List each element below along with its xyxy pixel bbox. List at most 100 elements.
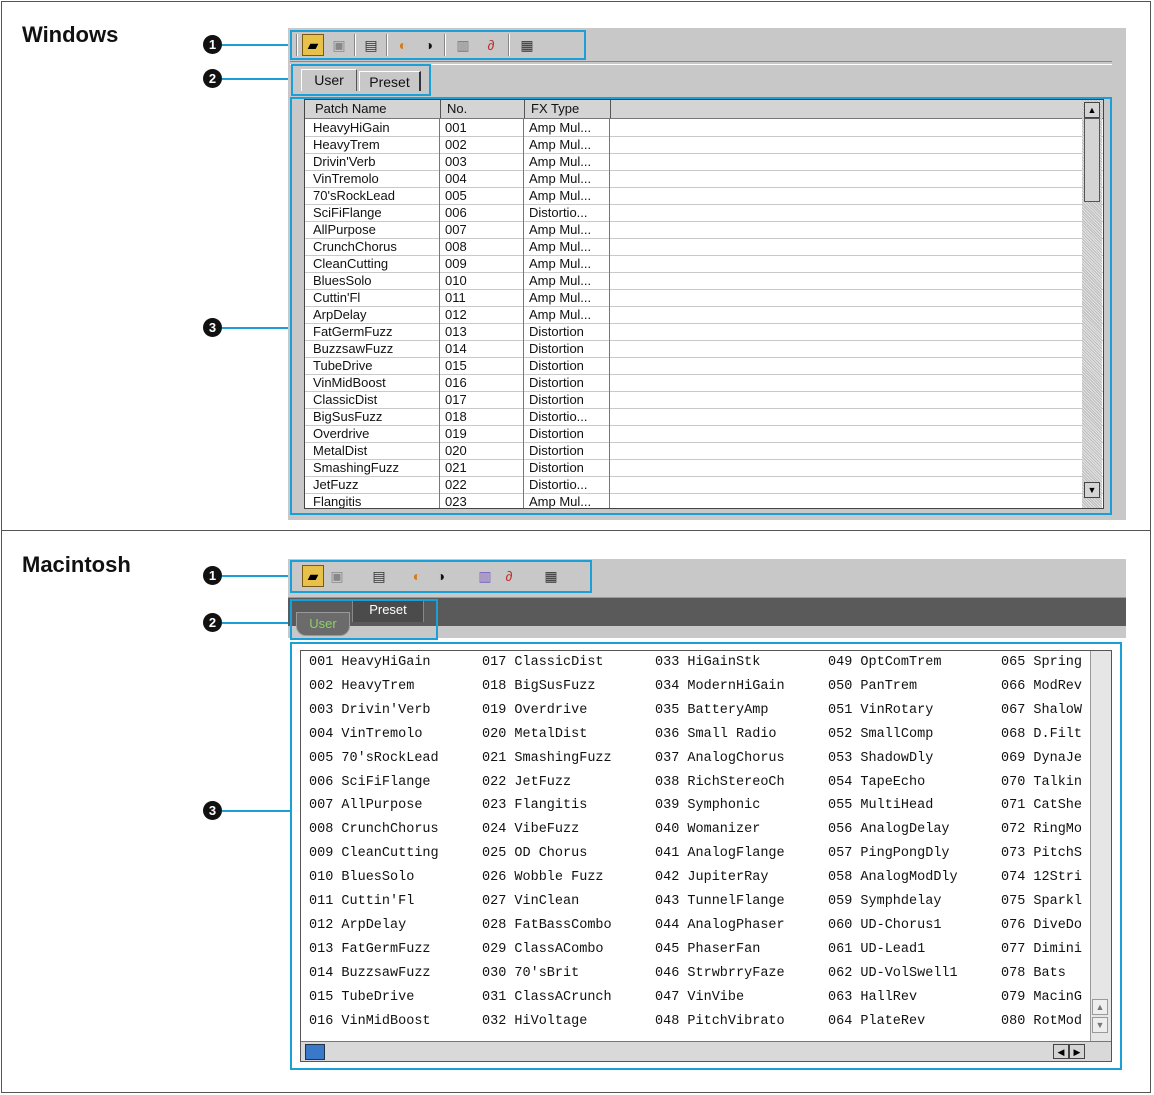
list-item[interactable]: 021 SmashingFuzz [482, 747, 612, 771]
table-row[interactable]: SciFiFlange 006 Distortio... [305, 205, 1103, 222]
list-item[interactable]: 041 AnalogFlange [655, 842, 785, 866]
table-row[interactable]: Cuttin'Fl 011 Amp Mul... [305, 290, 1103, 307]
vertical-scrollbar[interactable] [1090, 651, 1111, 1041]
list-item[interactable]: 065 Spring [1001, 651, 1082, 675]
scroll-up-button[interactable]: ▲ [1084, 102, 1100, 118]
scroll-thumb[interactable] [1084, 118, 1100, 202]
about-icon[interactable]: ▦ [516, 34, 538, 56]
list-item[interactable]: 060 UD-Chorus1 [828, 914, 941, 938]
table-row[interactable]: HeavyHiGain 001 Amp Mul... [305, 120, 1103, 137]
list-item[interactable]: 038 RichStereoCh [655, 771, 785, 795]
list-item[interactable]: 055 MultiHead [828, 794, 933, 818]
list-item[interactable]: 014 BuzzsawFuzz [309, 962, 431, 986]
about-icon[interactable]: ▦ [540, 565, 562, 587]
list-item[interactable]: 019 Overdrive [482, 699, 587, 723]
library-icon[interactable]: ▥ [474, 565, 496, 587]
list-item[interactable]: 035 BatteryAmp [655, 699, 768, 723]
properties-icon[interactable]: ▤ [360, 34, 382, 56]
list-item[interactable]: 048 PitchVibrato [655, 1010, 785, 1034]
column-header-patch-name[interactable]: Patch Name [309, 100, 441, 118]
list-item[interactable]: 076 DiveDo [1001, 914, 1082, 938]
list-item[interactable]: 024 VibeFuzz [482, 818, 579, 842]
list-item[interactable]: 073 PitchS [1001, 842, 1082, 866]
list-item[interactable]: 025 OD Chorus [482, 842, 587, 866]
table-row[interactable]: MetalDist 020 Distortion [305, 443, 1103, 460]
list-item[interactable]: 071 CatShe [1001, 794, 1082, 818]
tuner-icon[interactable]: ∂ [480, 34, 502, 56]
patch-list-windows[interactable]: Patch Name No. FX Type HeavyHiGain 001 Amp… [304, 99, 1104, 509]
list-item[interactable]: 072 RingMo [1001, 818, 1082, 842]
list-item[interactable]: 007 AllPurpose [309, 794, 422, 818]
list-item[interactable]: 004 VinTremolo [309, 723, 422, 747]
list-item[interactable]: 061 UD-Lead1 [828, 938, 925, 962]
save-icon[interactable]: ▣ [326, 565, 348, 587]
tab-preset[interactable]: Preset [352, 600, 424, 622]
send-icon[interactable]: ◑ [418, 34, 440, 56]
table-row[interactable]: ArpDelay 012 Amp Mul... [305, 307, 1103, 324]
list-item[interactable]: 015 TubeDrive [309, 986, 414, 1010]
list-item[interactable]: 020 MetalDist [482, 723, 587, 747]
list-item[interactable]: 063 HallRev [828, 986, 917, 1010]
list-item[interactable]: 064 PlateRev [828, 1010, 925, 1034]
list-item[interactable]: 047 VinVibe [655, 986, 744, 1010]
list-item[interactable]: 068 D.Filt [1001, 723, 1082, 747]
list-item[interactable]: 032 HiVoltage [482, 1010, 587, 1034]
list-item[interactable]: 062 UD-VolSwell1 [828, 962, 958, 986]
list-item[interactable]: 009 CleanCutting [309, 842, 439, 866]
list-item[interactable]: 039 Symphonic [655, 794, 760, 818]
horizontal-scrollbar[interactable] [301, 1041, 1111, 1061]
list-item[interactable]: 029 ClassACombo [482, 938, 604, 962]
list-item[interactable]: 050 PanTrem [828, 675, 917, 699]
table-row[interactable]: Overdrive 019 Distortion [305, 426, 1103, 443]
list-item[interactable]: 075 Sparkl [1001, 890, 1082, 914]
column-header-no[interactable]: No. [441, 100, 525, 118]
list-item[interactable]: 044 AnalogPhaser [655, 914, 785, 938]
list-item[interactable]: 031 ClassACrunch [482, 986, 612, 1010]
list-item[interactable]: 049 OptComTrem [828, 651, 941, 675]
list-item[interactable]: 069 DynaJe [1001, 747, 1082, 771]
list-item[interactable]: 001 HeavyHiGain [309, 651, 431, 675]
list-item[interactable]: 056 AnalogDelay [828, 818, 950, 842]
properties-icon[interactable]: ▤ [368, 565, 390, 587]
table-row[interactable]: SmashingFuzz 021 Distortion [305, 460, 1103, 477]
open-icon[interactable]: ▰ [302, 34, 324, 56]
scroll-up-button[interactable]: ▲ [1092, 999, 1108, 1015]
list-item[interactable]: 037 AnalogChorus [655, 747, 785, 771]
save-icon[interactable]: ▣ [328, 34, 350, 56]
list-item[interactable]: 026 Wobble Fuzz [482, 866, 604, 890]
receive-icon[interactable]: ◐ [392, 34, 414, 56]
list-item[interactable]: 080 RotMod [1001, 1010, 1082, 1034]
table-row[interactable]: FatGermFuzz 013 Distortion [305, 324, 1103, 341]
table-row[interactable]: VinMidBoost 016 Distortion [305, 375, 1103, 392]
list-item[interactable]: 066 ModRev [1001, 675, 1082, 699]
list-item[interactable]: 022 JetFuzz [482, 771, 571, 795]
list-item[interactable]: 008 CrunchChorus [309, 818, 439, 842]
tab-preset[interactable]: Preset [359, 71, 421, 91]
table-row[interactable]: HeavyTrem 002 Amp Mul... [305, 137, 1103, 154]
table-row[interactable]: CleanCutting 009 Amp Mul... [305, 256, 1103, 273]
scroll-down-button[interactable]: ▼ [1084, 482, 1100, 498]
list-item[interactable]: 036 Small Radio [655, 723, 777, 747]
list-item[interactable]: 011 Cuttin'Fl [309, 890, 414, 914]
list-item[interactable]: 023 Flangitis [482, 794, 587, 818]
table-row[interactable]: CrunchChorus 008 Amp Mul... [305, 239, 1103, 256]
scroll-left-button[interactable]: ◀ [1053, 1044, 1069, 1059]
list-item[interactable]: 017 ClassicDist [482, 651, 604, 675]
list-item[interactable]: 059 Symphdelay [828, 890, 941, 914]
list-item[interactable]: 070 Talkin [1001, 771, 1082, 795]
scroll-down-button[interactable]: ▼ [1092, 1017, 1108, 1033]
table-row[interactable]: BuzzsawFuzz 014 Distortion [305, 341, 1103, 358]
list-item[interactable]: 052 SmallComp [828, 723, 933, 747]
patch-list-mac[interactable]: 001 HeavyHiGain 002 HeavyTrem 003 Drivin'V… [300, 650, 1112, 1062]
list-item[interactable]: 028 FatBassCombo [482, 914, 612, 938]
list-item[interactable]: 058 AnalogModDly [828, 866, 958, 890]
list-item[interactable]: 078 Bats [1001, 962, 1066, 986]
table-row[interactable]: 70'sRockLead 005 Amp Mul... [305, 188, 1103, 205]
list-item[interactable]: 051 VinRotary [828, 699, 933, 723]
list-item[interactable]: 006 SciFiFlange [309, 771, 431, 795]
list-item[interactable]: 054 TapeEcho [828, 771, 925, 795]
list-item[interactable]: 046 StrwbrryFaze [655, 962, 785, 986]
list-item[interactable]: 033 HiGainStk [655, 651, 760, 675]
list-item[interactable]: 074 12Stri [1001, 866, 1082, 890]
receive-icon[interactable]: ◐ [406, 565, 428, 587]
